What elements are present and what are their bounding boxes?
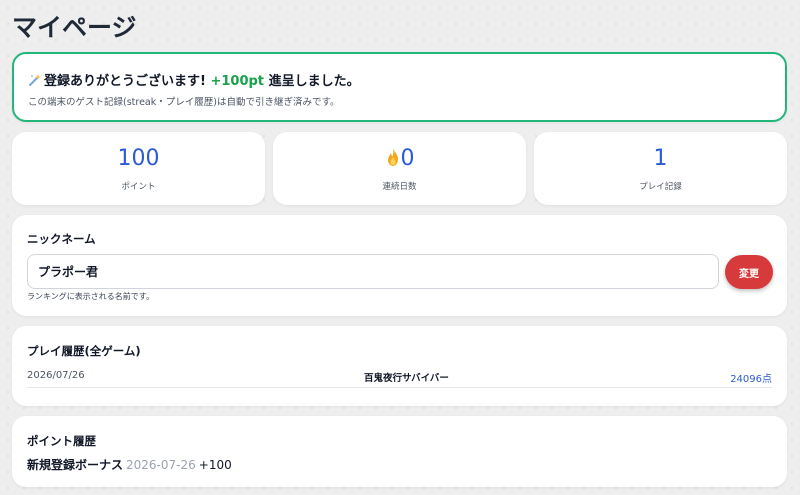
stat-streak: 0 連続日数	[273, 132, 526, 205]
page-title: マイページ	[12, 13, 137, 42]
banner-message: 登録ありがとうございます! +100pt 進呈しました。	[28, 70, 360, 89]
point-entry-amount: +100	[198, 458, 232, 472]
point-entry-date: 2026-07-26	[126, 458, 196, 472]
fire-icon	[387, 148, 398, 166]
stat-plays-label: プレイ記録	[639, 182, 682, 192]
stat-points-value: 100	[117, 146, 160, 171]
point-history-card: ポイント履歴 新規登録ボーナス 2026-07-26 +100	[12, 416, 787, 487]
sparkle-icon	[29, 74, 41, 86]
stat-plays-value: 1	[653, 146, 668, 171]
play-date: 2026/07/26	[27, 370, 85, 381]
nickname-card: ニックネーム 変更 ランキングに表示される名前です。	[12, 215, 787, 316]
point-history-title: ポイント履歴	[27, 434, 96, 448]
stat-streak-number: 0	[273, 146, 526, 171]
play-score: 24096点	[730, 374, 772, 385]
banner-prefix: 登録ありがとうございます!	[44, 74, 206, 89]
registration-banner: 登録ありがとうございます! +100pt 進呈しました。 この端末のゲスト記録(…	[12, 52, 787, 122]
stat-points-label: ポイント	[121, 182, 156, 192]
change-nickname-button[interactable]: 変更	[725, 255, 773, 289]
stat-streak-label: 連続日数	[382, 182, 417, 192]
nickname-title: ニックネーム	[27, 232, 96, 246]
nickname-hint: ランキングに表示される名前です。	[27, 292, 154, 301]
stat-plays: 1 プレイ記録	[534, 132, 787, 205]
play-history-card: プレイ履歴(全ゲーム) 2026/07/26 百鬼夜行サバイバー 24096点	[12, 326, 787, 406]
play-game: 百鬼夜行サバイバー	[364, 373, 449, 384]
banner-note: この端末のゲスト記録(streak・プレイ履歴)は自動で引き継ぎ済みです。	[28, 97, 340, 108]
point-entry-name: 新規登録ボーナス	[27, 458, 124, 472]
stat-points: 100 ポイント	[12, 132, 265, 205]
list-item: 新規登録ボーナス 2026-07-26 +100	[27, 456, 232, 473]
table-row: 2026/07/26 百鬼夜行サバイバー 24096点	[27, 366, 772, 388]
play-history-title: プレイ履歴(全ゲーム)	[27, 344, 141, 358]
banner-points: +100pt	[210, 74, 265, 89]
stat-streak-value: 0	[400, 146, 415, 171]
nickname-input[interactable]	[27, 254, 719, 289]
banner-suffix: 進呈しました。	[268, 74, 360, 89]
